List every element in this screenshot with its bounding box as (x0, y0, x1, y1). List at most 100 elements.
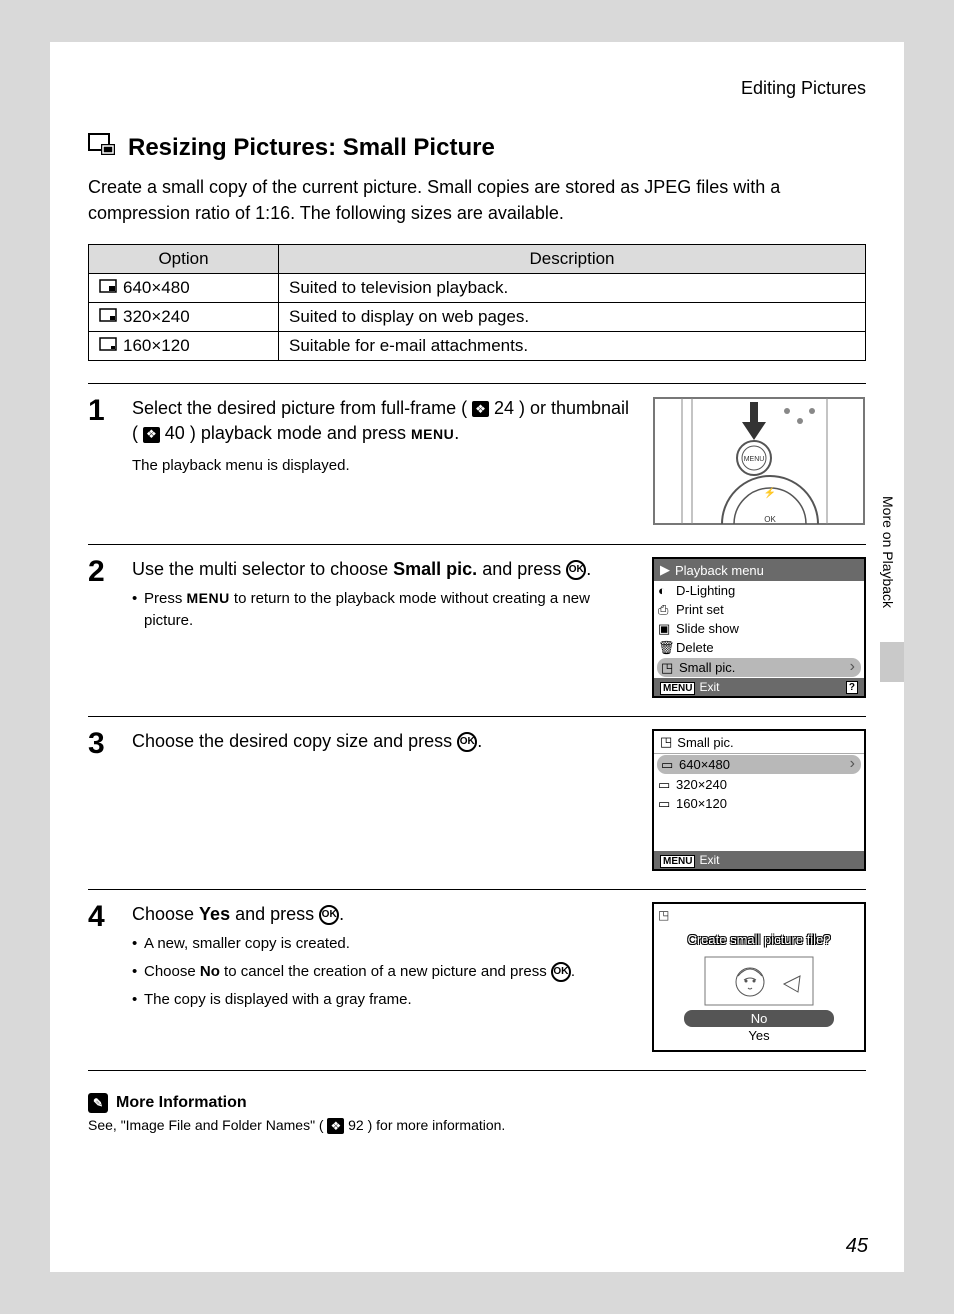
t: Select the desired picture from full-fra… (132, 398, 467, 418)
menu-button-label: MENU (187, 590, 230, 606)
step-text: Choose the desired copy size and press O… (132, 729, 638, 871)
page-number: 45 (846, 1235, 868, 1258)
t: Choose the desired copy size and press (132, 731, 457, 751)
t: Choose (144, 963, 200, 980)
menu-tag: MENU (660, 855, 695, 868)
size-640-icon (99, 278, 117, 298)
size-160-icon: ▭ (658, 796, 670, 812)
side-tab: More on Playback (880, 472, 904, 702)
lcd-exit: Exit (699, 680, 719, 694)
size-640-icon: ▭ (661, 757, 673, 773)
camera-illustration: MENU ⚡ OK (652, 396, 866, 526)
more-information: ✎ More Information See, "Image File and … (88, 1093, 866, 1134)
step-text: Choose Yes and press OK. A new, smaller … (132, 902, 638, 1052)
ok-button-icon: OK (457, 732, 477, 752)
page-ref: 92 (348, 1117, 364, 1133)
bullet: A new, smaller copy is created. (132, 933, 638, 955)
dlighting-icon: ◐ (658, 583, 666, 598)
manual-page: Editing Pictures Resizing Pictures: Smal… (50, 42, 904, 1272)
lcd-playback-menu: ▶ Playback menu ◐D-Lighting ⎙Print set ▣… (652, 557, 866, 698)
lcd-item: 320×240 (676, 777, 727, 792)
lcd-item: 160×120 (676, 796, 727, 811)
desc-160: Suitable for e-mail attachments. (279, 332, 866, 361)
th-description: Description (279, 245, 866, 274)
lcd-item: D-Lighting (676, 583, 735, 598)
step-4: 4 Choose Yes and press OK. A new, smalle… (88, 889, 866, 1071)
t: . (571, 963, 575, 980)
table-row: 160×120 Suitable for e-mail attachments. (89, 332, 866, 361)
table-row: 320×240 Suited to display on web pages. (89, 303, 866, 332)
help-icon: ? (846, 681, 858, 694)
t: and press (482, 559, 566, 579)
t-bold: Yes (199, 904, 230, 924)
step-text: Use the multi selector to choose Small p… (132, 557, 638, 698)
t-bold: Small pic. (393, 559, 477, 579)
step-number: 2 (88, 557, 116, 698)
side-tab-label: More on Playback (880, 472, 896, 632)
info-icon: ✎ (88, 1093, 108, 1113)
desc-640: Suited to television playback. (279, 274, 866, 303)
step-3: 3 Choose the desired copy size and press… (88, 716, 866, 889)
page-ref: 40 (165, 423, 185, 443)
desc-320: Suited to display on web pages. (279, 303, 866, 332)
confirm-no: No (684, 1010, 834, 1027)
ok-button-icon: OK (566, 560, 586, 580)
t: . (586, 559, 591, 579)
t: Use the multi selector to choose (132, 559, 393, 579)
lcd-title: Playback menu (675, 563, 764, 578)
size-options-table: Option Description 640×480 Suited to tel… (88, 244, 866, 361)
t: Press (144, 590, 187, 607)
t: . (477, 731, 482, 751)
t: ) playback mode and press (190, 423, 411, 443)
size-160-icon (99, 336, 117, 356)
bullet: The copy is displayed with a gray frame. (132, 989, 638, 1011)
t: Choose (132, 904, 199, 924)
t: See, "Image File and Folder Names" ( (88, 1117, 324, 1133)
step-sub: The playback menu is displayed. (132, 455, 638, 477)
print-icon: ⎙ (658, 602, 668, 618)
small-pic-title-icon (88, 133, 118, 162)
t: ) for more information. (368, 1117, 506, 1133)
preview-thumbnail (654, 956, 864, 1006)
playback-icon: ▶ (660, 562, 670, 578)
lcd-small-pic-menu: ◳ Small pic. ▭640×480 ▭320×240 ▭160×120 … (652, 729, 866, 871)
t: and press (235, 904, 319, 924)
smallpic-icon: ◳ (660, 734, 672, 750)
page-header: Editing Pictures (88, 78, 866, 99)
opt-160: 160×120 (123, 336, 190, 356)
size-320-icon: ▭ (658, 777, 670, 793)
t-bold: No (200, 963, 220, 980)
ok-button-icon: OK (551, 962, 571, 982)
step-2: 2 Use the multi selector to choose Small… (88, 544, 866, 716)
opt-320: 320×240 (123, 307, 190, 327)
step-number: 1 (88, 396, 116, 526)
menu-button-label: MENU (411, 426, 454, 442)
bullet: Press MENU to return to the playback mod… (132, 588, 638, 632)
t: . (454, 423, 459, 443)
step-number: 3 (88, 729, 116, 871)
delete-icon: 🗑 (658, 640, 675, 656)
svg-text:OK: OK (764, 515, 776, 524)
step-text: Select the desired picture from full-fra… (132, 396, 638, 526)
table-row: 640×480 Suited to television playback. (89, 274, 866, 303)
size-320-icon (99, 307, 117, 327)
confirm-yes: Yes (684, 1027, 834, 1044)
intro-text: Create a small copy of the current pictu… (88, 174, 866, 226)
lcd-exit: Exit (699, 853, 719, 867)
page-ref-icon: ❖ (143, 427, 160, 443)
t: to cancel the creation of a new picture … (224, 963, 551, 980)
opt-640: 640×480 (123, 278, 190, 298)
svg-text:MENU: MENU (744, 456, 765, 463)
smallpic-icon: ◳ (658, 908, 669, 922)
th-option: Option (89, 245, 279, 274)
title-row: Resizing Pictures: Small Picture (88, 133, 866, 162)
page-ref: 24 (494, 398, 514, 418)
page-ref-icon: ❖ (472, 401, 489, 417)
lcd-item: Slide show (676, 621, 739, 636)
menu-tag: MENU (660, 682, 695, 695)
svg-text:⚡: ⚡ (764, 486, 776, 499)
step-number: 4 (88, 902, 116, 1052)
smallpic-icon: ◳ (661, 660, 673, 676)
bullet: Choose No to cancel the creation of a ne… (132, 961, 638, 983)
step-1: 1 Select the desired picture from full-f… (88, 383, 866, 544)
